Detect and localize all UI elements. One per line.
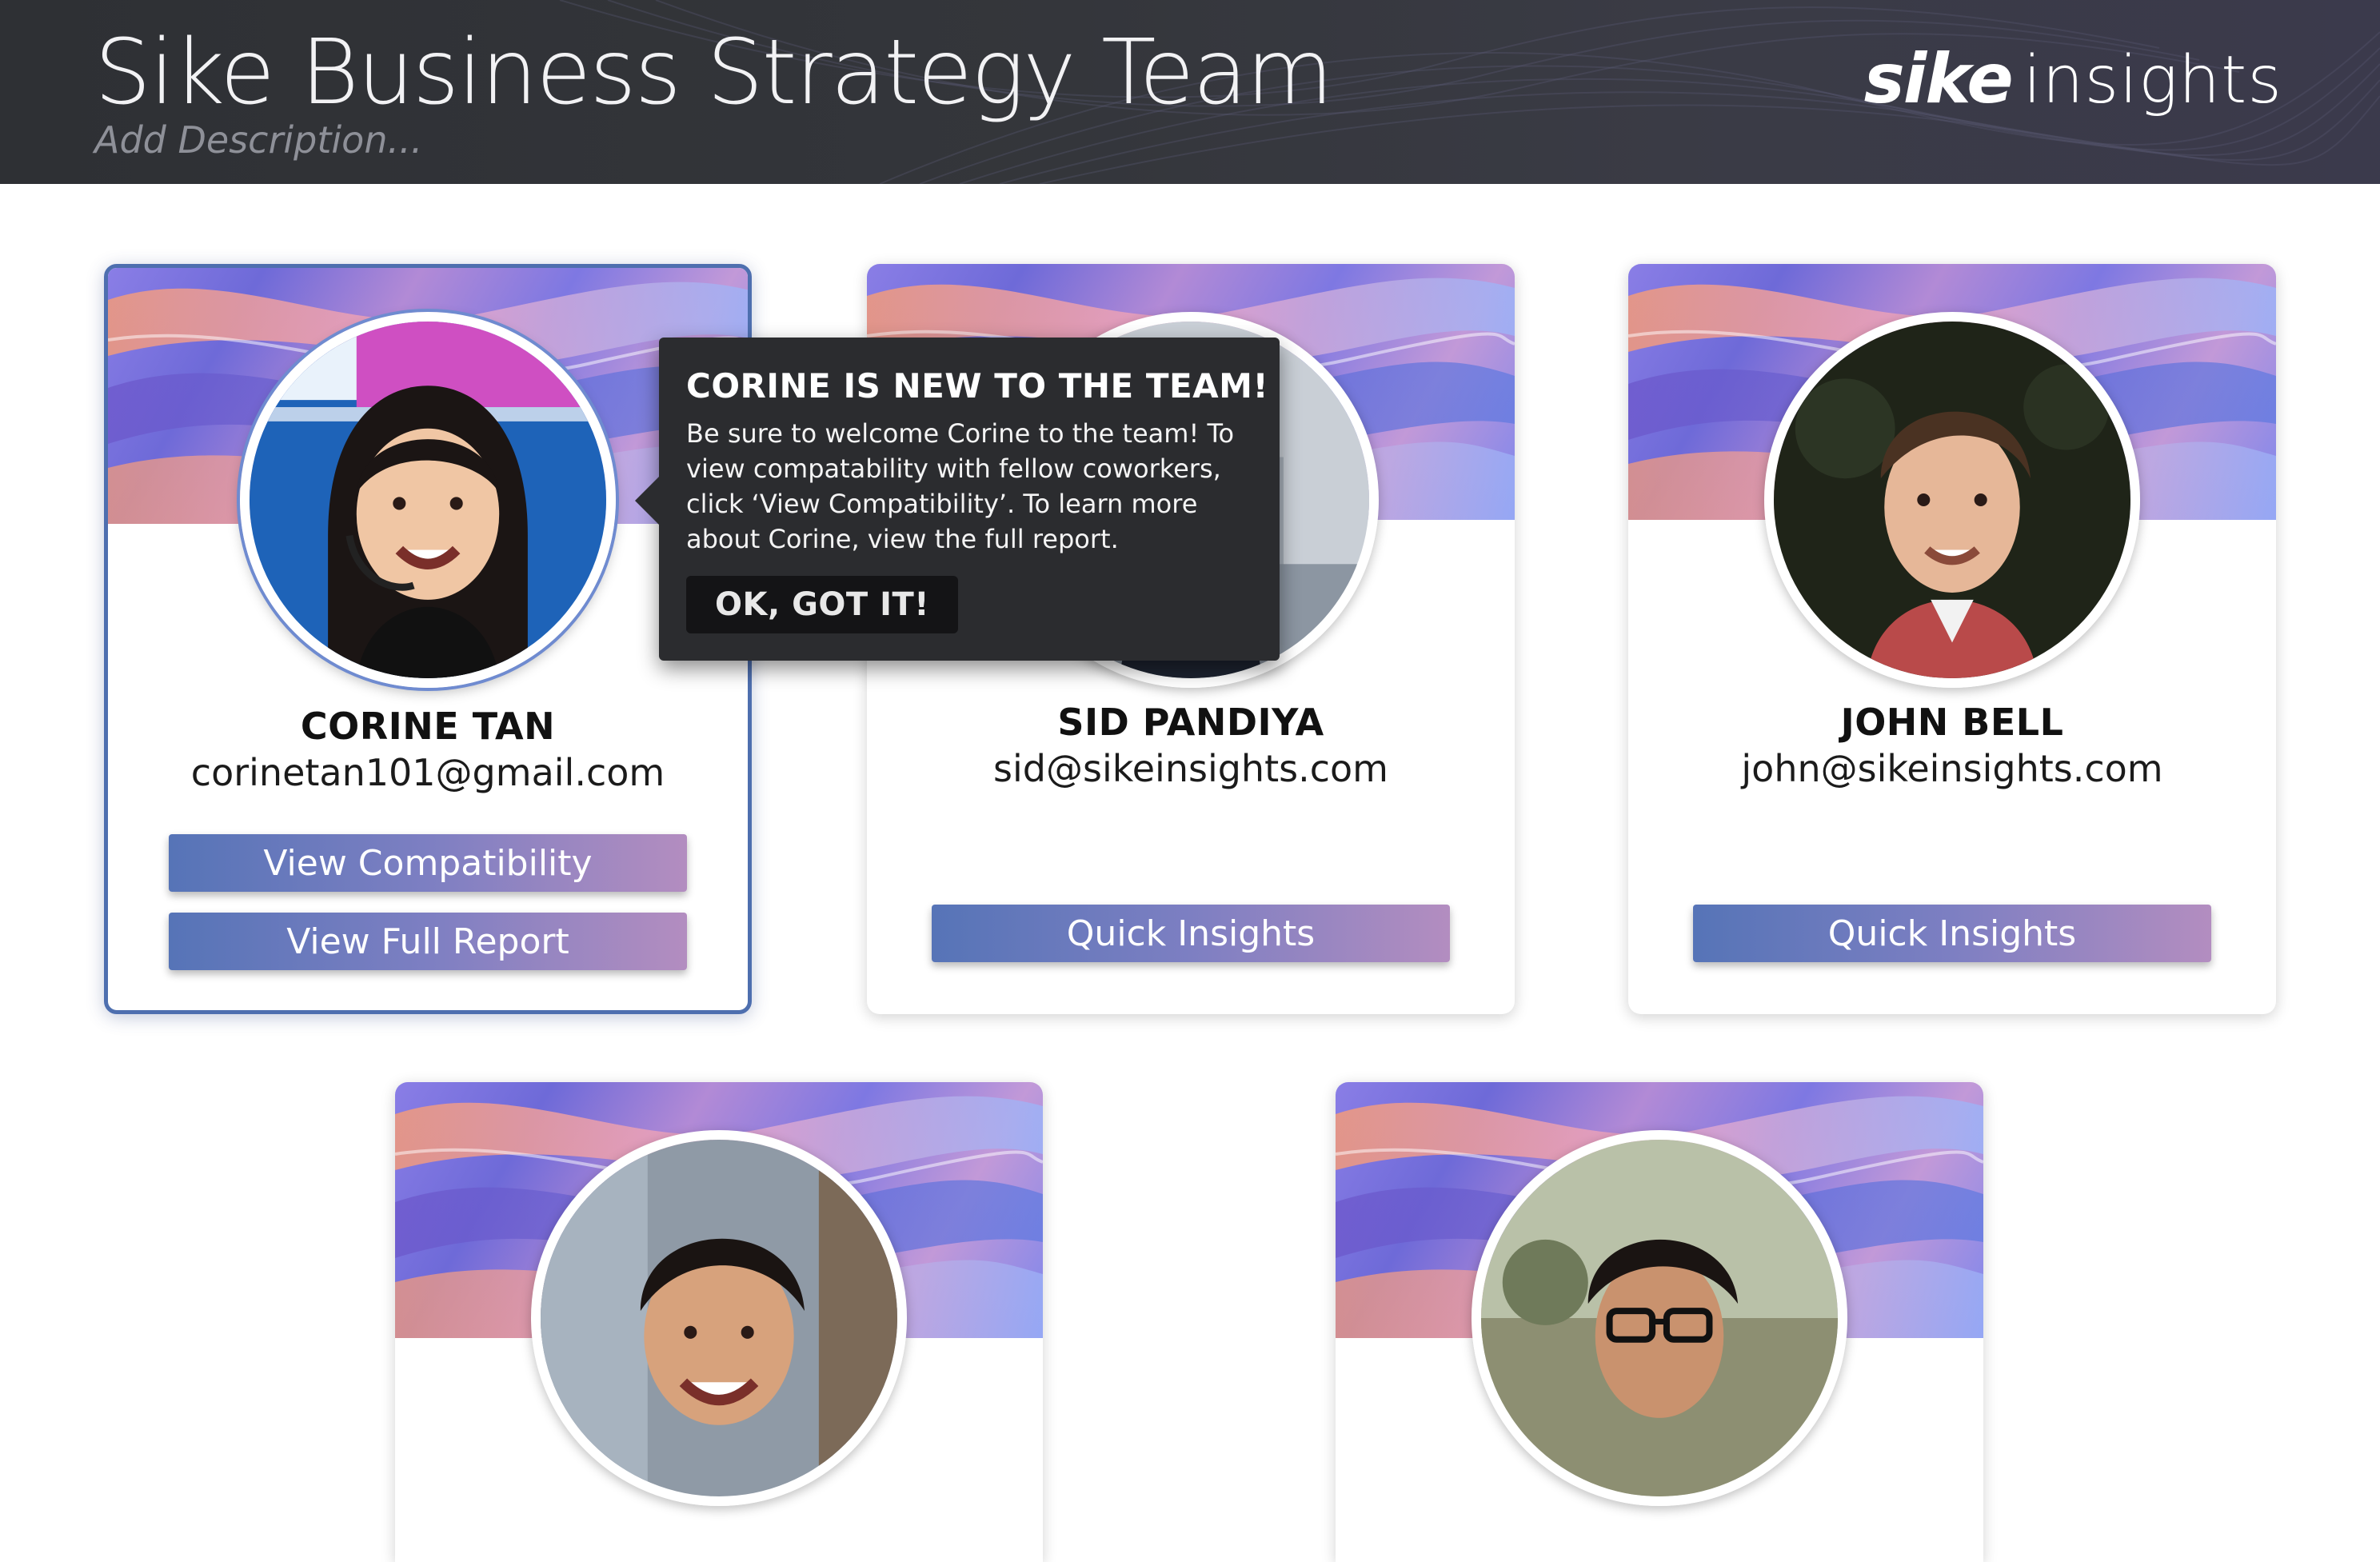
member-name: JOHN BELL [1840, 701, 2064, 744]
avatar-john [1764, 312, 2140, 688]
new-member-tooltip: CORINE IS NEW TO THE TEAM! Be sure to we… [635, 338, 1280, 661]
quick-insights-button[interactable]: Quick Insights [1693, 905, 2211, 962]
view-full-report-button[interactable]: View Full Report [169, 913, 687, 970]
team-description-input[interactable]: Add Description... [94, 118, 422, 162]
tooltip-title: CORINE IS NEW TO THE TEAM! [686, 366, 1269, 405]
brand-name-bold: sike [1863, 39, 2014, 119]
member-card-5[interactable] [1336, 1082, 1983, 1562]
ok-got-it-button[interactable]: OK, GOT IT! [686, 576, 958, 633]
brand-name-light: insights [2023, 42, 2282, 118]
team-header: Sike Business Strategy Team Add Descript… [0, 0, 2380, 184]
member-name: SID PANDIYA [1057, 701, 1324, 744]
tooltip-body: Be sure to welcome Corine to the team! T… [686, 418, 1235, 554]
view-compatibility-button[interactable]: View Compatibility [169, 834, 687, 892]
member-name: CORINE TAN [300, 705, 556, 748]
sike-insights-logo: sike insights [1864, 45, 2282, 114]
tooltip-arrow [635, 475, 661, 526]
member-card-corine[interactable]: CORINE TAN corinetan101@gmail.com View C… [104, 264, 752, 1014]
avatar-corine [240, 312, 616, 688]
member-card-4[interactable] [395, 1082, 1043, 1562]
member-card-john[interactable]: JOHN BELL john@sikeinsights.com Quick In… [1628, 264, 2276, 1014]
quick-insights-button[interactable]: Quick Insights [932, 905, 1450, 962]
member-email[interactable]: corinetan101@gmail.com [108, 751, 748, 794]
member-email[interactable]: sid@sikeinsights.com [867, 747, 1515, 790]
avatar-member-5 [1472, 1130, 1847, 1506]
member-email[interactable]: john@sikeinsights.com [1628, 747, 2276, 790]
team-title[interactable]: Sike Business Strategy Team [94, 23, 1333, 122]
avatar-member-4 [531, 1130, 907, 1506]
